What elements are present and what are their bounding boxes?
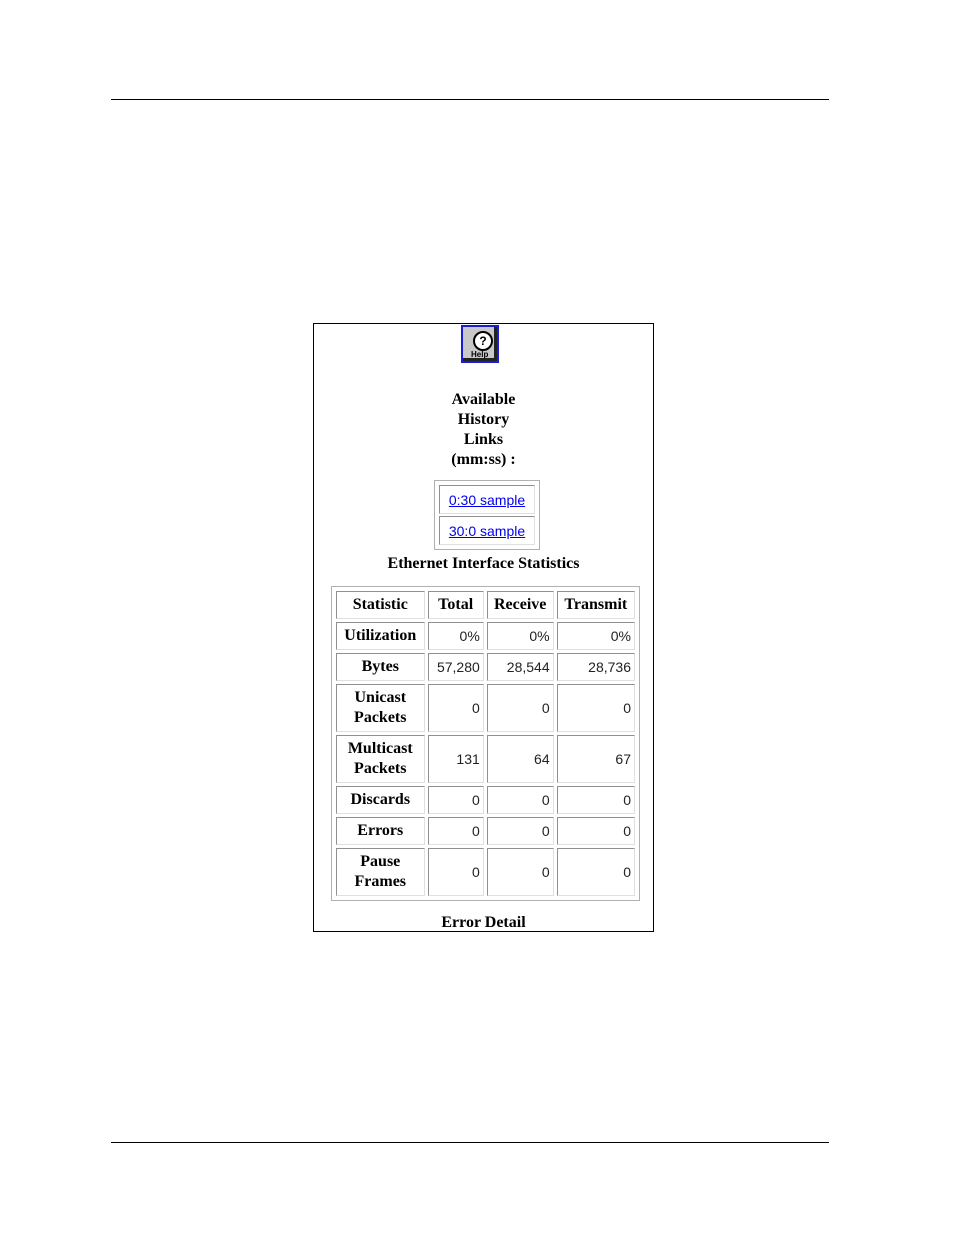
cell-transmit: 0% — [556, 622, 635, 650]
cell-receive: 0 — [486, 786, 554, 814]
cell-transmit: 0 — [556, 786, 635, 814]
footer-rule — [111, 1142, 829, 1143]
history-title-line: Links — [463, 431, 504, 448]
row-label-line: Frames — [354, 873, 407, 890]
column-header: Statistic — [336, 591, 425, 619]
help-button-label: Help — [471, 350, 489, 359]
table-row: Errors 0 0 0 — [336, 817, 635, 845]
cell-receive: 0 — [486, 848, 554, 896]
cell-receive: 64 — [486, 735, 554, 783]
table-row: Multicast Packets 131 64 67 — [336, 735, 635, 783]
history-links-title: Available History Links (mm:ss) : — [314, 390, 653, 470]
cell-transmit: 0 — [556, 684, 635, 732]
cell-transmit: 67 — [556, 735, 635, 783]
cell-receive: 0 — [486, 684, 554, 732]
header-rule — [111, 99, 829, 100]
column-header: Transmit — [556, 591, 635, 619]
cell-receive: 0 — [486, 817, 554, 845]
row-label-line: Unicast — [354, 689, 407, 706]
column-header: Total — [427, 591, 484, 619]
cell-total: 0 — [427, 848, 484, 896]
history-title-line: (mm:ss) : — [451, 451, 516, 468]
history-link-cell: 30:0 sample — [439, 516, 535, 545]
link-0-30-sample[interactable]: 0:30 sample — [449, 492, 525, 508]
cell-total: 0 — [427, 684, 484, 732]
table-row: Bytes 57,280 28,544 28,736 — [336, 653, 635, 681]
row-label: Discards — [336, 786, 425, 814]
stats-table-wrapper: Statistic Total Receive Transmit Utiliza… — [331, 586, 640, 901]
history-title-line: History — [457, 411, 510, 428]
row-label-line: Multicast — [347, 740, 413, 757]
question-icon: ? — [473, 331, 493, 351]
row-label-line: Pause — [360, 853, 401, 870]
help-button[interactable]: ? Help — [461, 325, 499, 363]
cell-total: 131 — [427, 735, 484, 783]
column-header: Receive — [486, 591, 554, 619]
cell-total: 0 — [427, 817, 484, 845]
cell-transmit: 0 — [556, 817, 635, 845]
row-label: Pause Frames — [336, 848, 425, 896]
row-label-line: Packets — [354, 709, 407, 726]
cell-receive: 28,544 — [486, 653, 554, 681]
cell-receive: 0% — [486, 622, 554, 650]
row-label: Unicast Packets — [336, 684, 425, 732]
row-label: Utilization — [336, 622, 425, 650]
row-label: Multicast Packets — [336, 735, 425, 783]
table-row: Pause Frames 0 0 0 — [336, 848, 635, 896]
history-link-cell: 0:30 sample — [439, 485, 535, 514]
table-header-row: Statistic Total Receive Transmit — [336, 591, 635, 619]
row-label-line: Packets — [354, 760, 407, 777]
cell-transmit: 0 — [556, 848, 635, 896]
ethernet-stats-title: Ethernet Interface Statistics — [387, 555, 580, 572]
cell-total: 0 — [427, 786, 484, 814]
stats-table: Statistic Total Receive Transmit Utiliza… — [333, 588, 638, 899]
browser-frame: ? Help Available History Links (mm:ss) :… — [313, 323, 654, 932]
table-row: Unicast Packets 0 0 0 — [336, 684, 635, 732]
error-detail-title: Error Detail — [441, 914, 526, 931]
history-links-table: 0:30 sample 30:0 sample — [434, 480, 540, 550]
cell-transmit: 28,736 — [556, 653, 635, 681]
row-label: Errors — [336, 817, 425, 845]
cell-total: 0% — [427, 622, 484, 650]
link-30-0-sample[interactable]: 30:0 sample — [449, 523, 525, 539]
cell-total: 57,280 — [427, 653, 484, 681]
row-label: Bytes — [336, 653, 425, 681]
table-row: Utilization 0% 0% 0% — [336, 622, 635, 650]
history-title-line: Available — [451, 391, 516, 408]
table-row: Discards 0 0 0 — [336, 786, 635, 814]
